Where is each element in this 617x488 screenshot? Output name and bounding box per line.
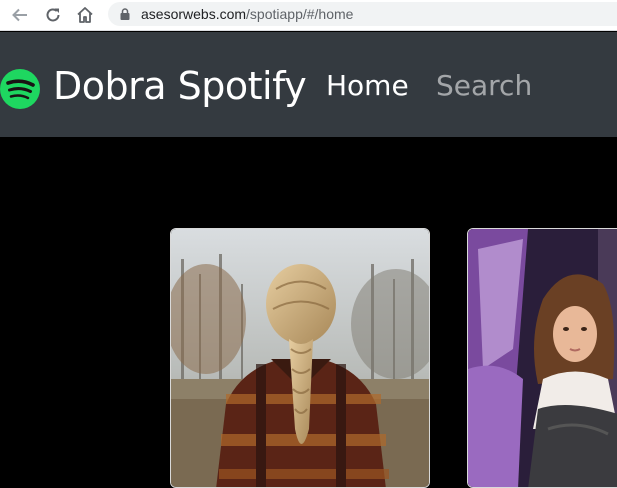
- spotify-logo-icon[interactable]: [0, 69, 40, 109]
- home-icon: [77, 7, 93, 23]
- lock-icon: [120, 8, 130, 20]
- navbar-brand[interactable]: Dobra Spotify: [53, 63, 307, 109]
- reload-button[interactable]: [42, 4, 64, 26]
- back-button[interactable]: [9, 4, 31, 26]
- nav-link-search[interactable]: Search: [436, 68, 532, 104]
- home-button[interactable]: [74, 4, 96, 26]
- arrow-back-icon: [12, 8, 27, 22]
- album-card[interactable]: [467, 228, 617, 488]
- album-card[interactable]: [170, 228, 430, 488]
- navbar: Dobra Spotify Home Search: [0, 32, 617, 137]
- nav-link-home[interactable]: Home: [326, 68, 409, 104]
- browser-toolbar: asesorwebs.com/spotiapp/#/home: [0, 0, 617, 31]
- main-content: [0, 137, 617, 488]
- url-domain: asesorwebs.com: [141, 6, 247, 22]
- reload-icon: [46, 8, 60, 22]
- url-text: asesorwebs.com/spotiapp/#/home: [141, 6, 353, 22]
- address-bar[interactable]: asesorwebs.com/spotiapp/#/home: [108, 2, 617, 26]
- album-cover-image: [171, 229, 429, 487]
- album-cover-image: [468, 229, 617, 487]
- url-path: /spotiapp/#/home: [246, 6, 354, 22]
